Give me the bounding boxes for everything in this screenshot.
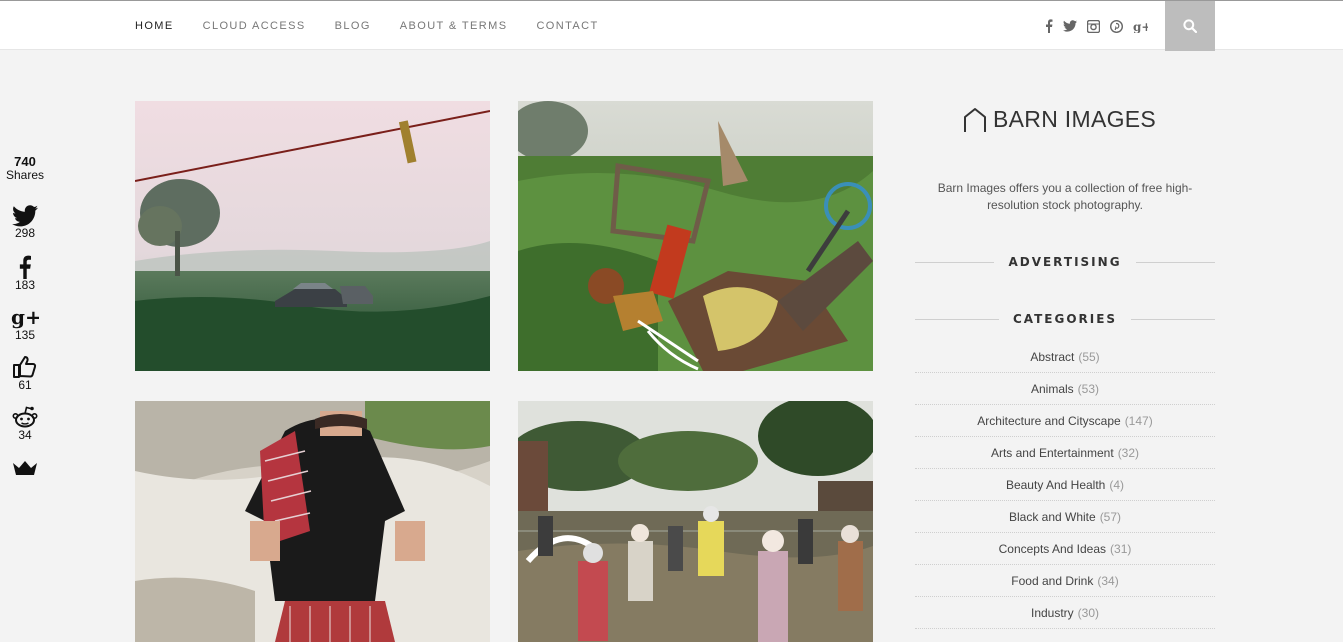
advertising-heading-text: ADVERTISING bbox=[1008, 254, 1122, 270]
photo-scarecrow-village[interactable] bbox=[518, 401, 873, 642]
divider-line bbox=[1131, 318, 1216, 320]
share-google-plus-button[interactable]: g+ 135 bbox=[0, 305, 50, 342]
share-facebook-button[interactable]: 183 bbox=[0, 255, 50, 292]
category-item[interactable]: Food and Drink (34) bbox=[915, 565, 1215, 597]
share-crown-button[interactable] bbox=[0, 460, 50, 476]
advertising-heading: ADVERTISING bbox=[915, 252, 1215, 272]
share-total-count: 740 bbox=[14, 154, 36, 169]
facebook-icon bbox=[19, 255, 31, 279]
category-name[interactable]: Black and White bbox=[1009, 510, 1096, 524]
twitter-icon[interactable] bbox=[1063, 20, 1077, 32]
category-item[interactable]: Architecture and Cityscape (147) bbox=[915, 405, 1215, 437]
share-total: 740 Shares bbox=[0, 155, 50, 182]
category-name[interactable]: Food and Drink bbox=[1011, 574, 1093, 588]
brand-title: BARN IMAGES bbox=[993, 106, 1157, 132]
pinterest-icon[interactable] bbox=[1110, 19, 1123, 33]
facebook-icon[interactable] bbox=[1045, 19, 1053, 33]
share-like-button[interactable]: 61 bbox=[0, 355, 50, 392]
photo-junk-in-grass[interactable] bbox=[518, 101, 873, 371]
twitter-share-count: 298 bbox=[14, 226, 36, 240]
category-item[interactable]: Animals (53) bbox=[915, 373, 1215, 405]
nav-about-terms[interactable]: ABOUT & TERMS bbox=[400, 20, 508, 32]
reddit-icon bbox=[12, 406, 38, 428]
category-name[interactable]: Concepts And Ideas bbox=[999, 542, 1106, 556]
share-sidebar: 740 Shares 298 183 g+ 135 61 34 bbox=[0, 155, 50, 475]
top-navigation-bar: HOME CLOUD ACCESS BLOG ABOUT & TERMS CON… bbox=[0, 0, 1343, 51]
divider-line bbox=[915, 318, 999, 320]
category-name[interactable]: Industry bbox=[1031, 606, 1074, 620]
like-share-count: 61 bbox=[18, 378, 32, 392]
nav-contact[interactable]: CONTACT bbox=[536, 20, 598, 32]
svg-text:g+: g+ bbox=[11, 305, 39, 329]
nav-blog[interactable]: BLOG bbox=[335, 20, 371, 32]
category-count: (30) bbox=[1077, 605, 1100, 620]
facebook-share-count: 183 bbox=[14, 278, 36, 292]
category-count: (32) bbox=[1117, 445, 1140, 460]
category-name[interactable]: Abstract bbox=[1030, 350, 1074, 364]
svg-text:g+: g+ bbox=[1133, 20, 1148, 33]
category-count: (55) bbox=[1078, 349, 1100, 364]
twitter-icon bbox=[12, 205, 38, 227]
divider-line bbox=[915, 261, 995, 263]
categories-heading-text: CATEGORIES bbox=[1012, 311, 1118, 327]
photo-foggy-field-car[interactable] bbox=[135, 101, 490, 371]
category-name[interactable]: Arts and Entertainment bbox=[991, 446, 1114, 460]
main-menu: HOME CLOUD ACCESS BLOG ABOUT & TERMS CON… bbox=[135, 1, 628, 51]
barn-house-icon bbox=[964, 107, 986, 132]
divider-line bbox=[1135, 261, 1215, 263]
about-text: Barn Images offers you a collection of f… bbox=[937, 181, 1193, 212]
google-plus-icon[interactable]: g+ bbox=[1133, 20, 1148, 33]
category-name[interactable]: Animals bbox=[1031, 382, 1074, 396]
google-plus-share-count: 135 bbox=[14, 328, 36, 342]
category-name[interactable]: Beauty And Health bbox=[1006, 478, 1105, 492]
brand-logo[interactable]: BARN IMAGES bbox=[963, 106, 1156, 133]
category-count: (147) bbox=[1124, 413, 1153, 428]
category-item[interactable]: Arts and Entertainment (32) bbox=[915, 437, 1215, 469]
nav-home[interactable]: HOME bbox=[135, 20, 174, 32]
photo-man-in-kilt-river[interactable] bbox=[135, 401, 490, 642]
search-icon bbox=[1183, 19, 1197, 33]
categories-heading: CATEGORIES bbox=[915, 309, 1216, 329]
category-item[interactable]: Beauty And Health (4) bbox=[915, 469, 1215, 501]
thumbs-up-icon bbox=[13, 356, 37, 378]
category-item[interactable]: Industry (30) bbox=[915, 597, 1215, 629]
google-plus-icon: g+ bbox=[11, 305, 39, 329]
category-item[interactable]: Abstract (55) bbox=[915, 341, 1215, 373]
category-count: (4) bbox=[1109, 477, 1125, 492]
category-item[interactable]: Black and White (57) bbox=[915, 501, 1215, 533]
category-count: (34) bbox=[1097, 573, 1119, 588]
search-button[interactable] bbox=[1165, 1, 1215, 51]
instagram-icon[interactable] bbox=[1087, 19, 1100, 33]
share-reddit-button[interactable]: 34 bbox=[0, 405, 50, 442]
reddit-share-count: 34 bbox=[18, 428, 32, 442]
category-name[interactable]: Architecture and Cityscape bbox=[977, 414, 1120, 428]
crown-icon bbox=[13, 461, 37, 475]
category-count: (31) bbox=[1110, 541, 1132, 556]
social-links: g+ bbox=[1045, 1, 1158, 51]
category-count: (53) bbox=[1077, 381, 1100, 396]
nav-cloud-access[interactable]: CLOUD ACCESS bbox=[203, 20, 306, 32]
share-total-label: Shares bbox=[5, 168, 45, 182]
category-count: (57) bbox=[1099, 509, 1122, 524]
category-list: Abstract (55) Animals (53) Architecture an… bbox=[915, 341, 1215, 629]
share-twitter-button[interactable]: 298 bbox=[0, 205, 50, 240]
category-item[interactable]: Concepts And Ideas (31) bbox=[915, 533, 1215, 565]
